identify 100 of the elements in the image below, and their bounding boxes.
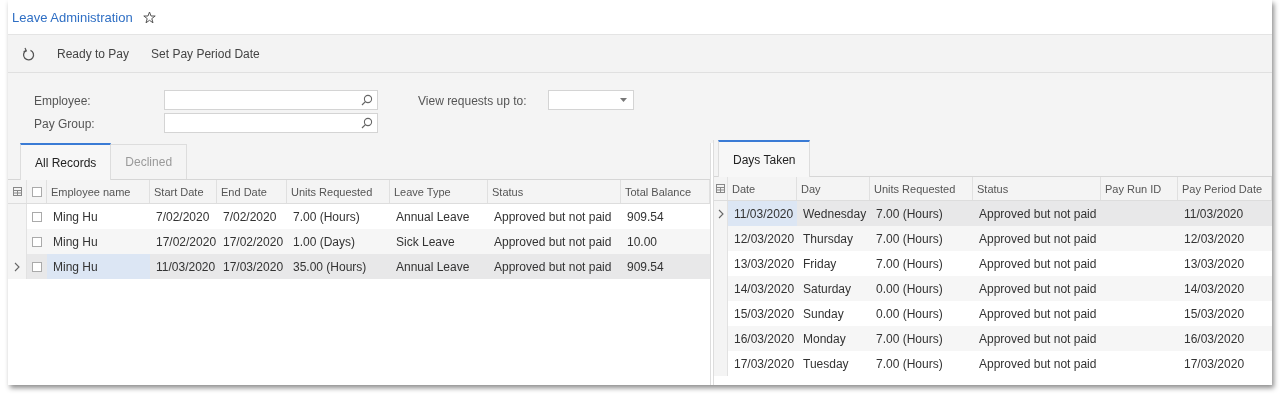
table-cell: Approved but not paid <box>979 306 1097 321</box>
table-cell: Sunday <box>803 306 844 321</box>
table-cell: 1.00 (Days) <box>293 234 356 249</box>
table-cell: Tuesday <box>803 356 849 371</box>
table-row[interactable]: 14/03/2020 Saturday 0.00 (Hours) Approved but not paid 14/03/2020 <box>714 276 1272 301</box>
table-cell: 17/03/2020 <box>1184 356 1245 371</box>
column-header[interactable]: Pay Run ID <box>1101 177 1178 200</box>
toolbar-button[interactable]: Set Pay Period Date <box>151 42 260 65</box>
table-cell: 14/03/2020 <box>1184 281 1245 296</box>
table-cell: Approved but not paid <box>979 206 1097 221</box>
table-cell: 17/03/2020 <box>734 356 795 371</box>
column-header[interactable]: Units Requested <box>287 180 390 203</box>
table-cell: Approved but not paid <box>979 356 1097 371</box>
column-header[interactable]: Status <box>973 177 1101 200</box>
table-row[interactable]: Ming Hu 17/02/2020 17/02/2020 1.00 (Days) Sick Leave Approved but not paid 10.00 <box>8 229 710 254</box>
table-cell: 7.00 (Hours) <box>876 331 943 346</box>
column-header[interactable]: Day <box>797 177 870 200</box>
field-label: Pay Group: <box>34 116 96 133</box>
tab[interactable]: Days Taken <box>718 140 811 177</box>
table-cell: Ming Hu <box>53 234 98 249</box>
search-icon[interactable] <box>361 117 373 129</box>
toolbar-button[interactable]: Ready to Pay <box>57 42 130 65</box>
table-row[interactable]: 15/03/2020 Sunday 0.00 (Hours) Approved but not paid 15/03/2020 <box>714 301 1272 326</box>
table-row[interactable]: 16/03/2020 Monday 7.00 (Hours) Approved but not paid 16/03/2020 <box>714 326 1272 351</box>
caret-icon <box>620 98 627 102</box>
column-header[interactable]: Status <box>488 180 621 203</box>
field-label: Employee: <box>34 93 92 110</box>
current-row-icon <box>717 208 724 219</box>
table-cell: 7.00 (Hours) <box>876 356 943 371</box>
field-label: View requests up to: <box>418 93 528 110</box>
table-row[interactable]: Ming Hu 7/02/2020 7/02/2020 7.00 (Hours) Annual Leave Approved but not paid 909.54 <box>8 204 710 229</box>
table-cell: 7/02/2020 <box>223 209 277 224</box>
refresh-icon[interactable] <box>22 46 35 61</box>
column-header[interactable]: Start Date <box>150 180 217 203</box>
table-cell: 0.00 (Hours) <box>876 281 943 296</box>
table-row[interactable]: 13/03/2020 Friday 7.00 (Hours) Approved but not paid 13/03/2020 <box>714 251 1272 276</box>
column-header[interactable]: Pay Period Date <box>1178 177 1272 200</box>
column-header[interactable]: Date <box>728 177 797 200</box>
dropdown-field[interactable] <box>548 90 634 110</box>
table-cell: Annual Leave <box>396 259 470 274</box>
table-cell: 15/03/2020 <box>734 306 795 321</box>
table-cell: Ming Hu <box>53 259 98 274</box>
table-cell: 7/02/2020 <box>156 209 210 224</box>
table-cell: 13/03/2020 <box>734 256 795 271</box>
table-cell: Approved but not paid <box>979 281 1097 296</box>
table-cell: Approved but not paid <box>494 259 612 274</box>
table-cell: 17/02/2020 <box>156 234 217 249</box>
column-header[interactable]: Leave Type <box>390 180 488 203</box>
table-cell: 909.54 <box>627 209 664 224</box>
table-cell: Sick Leave <box>396 234 455 249</box>
table-cell: Wednesday <box>803 206 867 221</box>
select-all-checkbox[interactable] <box>31 186 42 197</box>
table-cell: Approved but not paid <box>494 234 612 249</box>
table-cell: 14/03/2020 <box>734 281 795 296</box>
table-cell: Approved but not paid <box>494 209 612 224</box>
column-header[interactable]: End Date <box>217 180 287 203</box>
table-cell: 13/03/2020 <box>1184 256 1245 271</box>
current-row-icon <box>14 261 20 272</box>
table-cell: 7.00 (Hours) <box>876 231 943 246</box>
table-cell: 15/03/2020 <box>1184 306 1245 321</box>
search-icon[interactable] <box>361 94 373 106</box>
row-checkbox[interactable] <box>32 236 42 247</box>
table-cell: 16/03/2020 <box>1184 331 1245 346</box>
star-icon[interactable] <box>142 10 156 24</box>
column-settings-icon[interactable] <box>716 184 725 193</box>
row-checkbox[interactable] <box>32 261 42 272</box>
table-cell: Annual Leave <box>396 209 470 224</box>
table-cell: 7.00 (Hours) <box>876 206 943 221</box>
table-cell: 909.54 <box>627 259 664 274</box>
table-cell: 7.00 (Hours) <box>293 209 360 224</box>
column-header[interactable]: Units Requested <box>870 177 973 200</box>
lookup-field[interactable] <box>164 90 378 110</box>
page-title: Leave Administration <box>12 9 133 25</box>
column-settings-icon[interactable] <box>12 187 22 196</box>
table-cell: 12/03/2020 <box>1184 231 1245 246</box>
table-cell: 11/03/2020 <box>1184 206 1244 221</box>
table-cell: 17/03/2020 <box>223 259 284 274</box>
tab[interactable]: All Records <box>20 143 112 180</box>
table-row[interactable]: 11/03/2020 Wednesday 7.00 (Hours) Approved but not paid 11/03/2020 <box>714 201 1272 226</box>
table-cell: Monday <box>803 331 846 346</box>
table-cell: Ming Hu <box>53 209 98 224</box>
column-header[interactable]: Total Balance <box>621 180 710 203</box>
table-row[interactable]: 12/03/2020 Thursday 7.00 (Hours) Approved but not paid 12/03/2020 <box>714 226 1272 251</box>
table-cell: 11/03/2020 <box>156 259 216 274</box>
row-checkbox[interactable] <box>32 211 42 222</box>
table-cell: 10.00 <box>627 234 658 249</box>
lookup-field[interactable] <box>164 113 378 133</box>
table-cell: 35.00 (Hours) <box>293 259 367 274</box>
table-cell: 17/02/2020 <box>223 234 284 249</box>
table-cell: 16/03/2020 <box>734 331 795 346</box>
column-header[interactable]: Employee name <box>47 180 150 203</box>
table-cell: 0.00 (Hours) <box>876 306 943 321</box>
table-cell: Thursday <box>803 231 854 246</box>
table-cell: Saturday <box>803 281 852 296</box>
table-row[interactable]: 17/03/2020 Tuesday 7.00 (Hours) Approved but not paid 17/03/2020 <box>714 351 1272 376</box>
table-cell: Approved but not paid <box>979 256 1097 271</box>
table-row[interactable]: Ming Hu 11/03/2020 17/03/2020 35.00 (Hours) Annual Leave Approved but not paid 909.54 <box>8 254 710 279</box>
table-cell: 7.00 (Hours) <box>876 256 943 271</box>
table-cell: Approved but not paid <box>979 231 1097 246</box>
table-cell: 11/03/2020 <box>734 206 794 221</box>
